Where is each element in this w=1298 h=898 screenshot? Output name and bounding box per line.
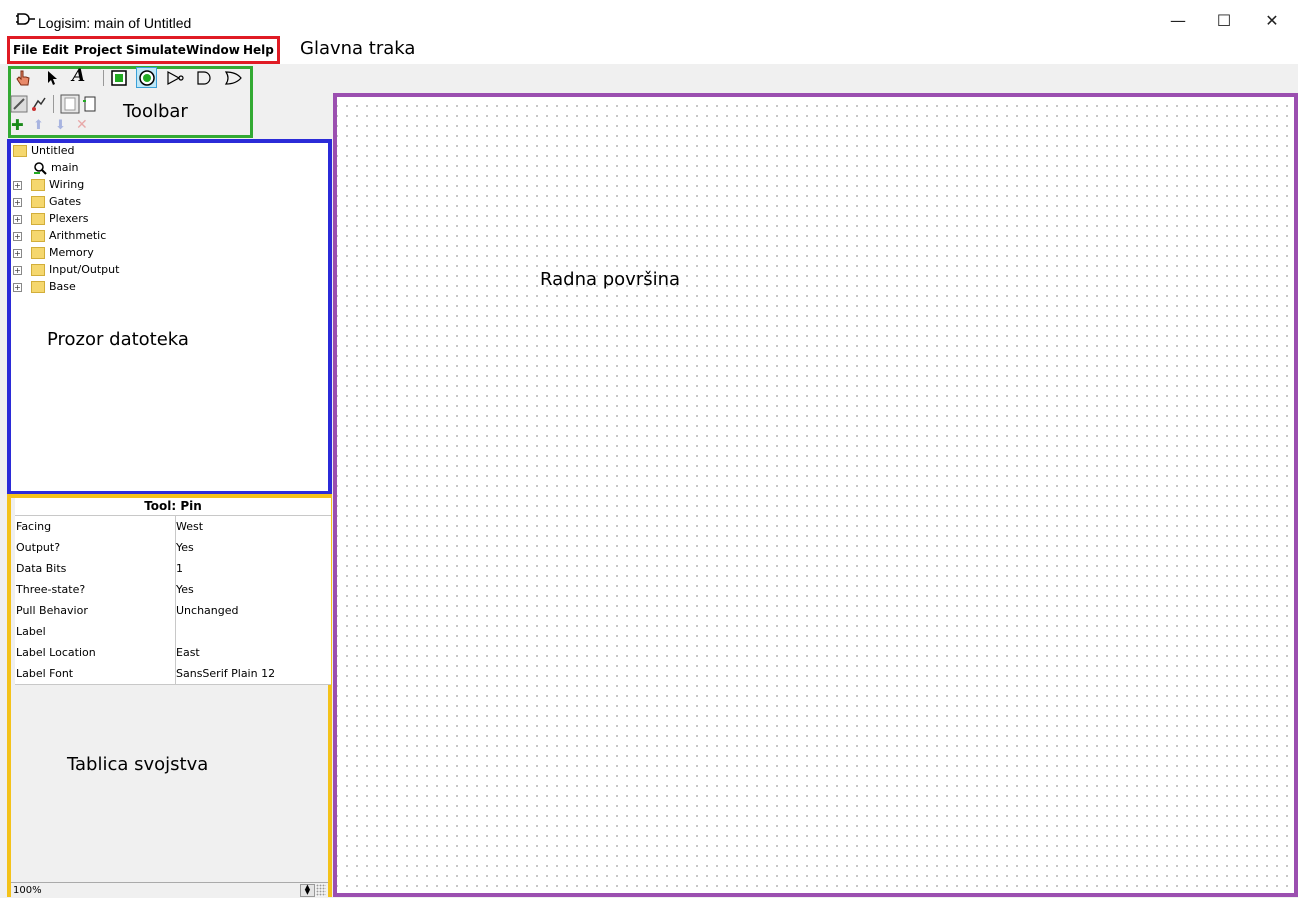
library-label: Input/Output xyxy=(49,263,120,276)
toolbar-divider xyxy=(103,70,104,86)
add-circuit-icon[interactable]: ✚ xyxy=(11,117,24,133)
folder-icon xyxy=(31,264,45,276)
move-up-icon[interactable]: ⬆ xyxy=(33,118,44,134)
attribute-key: Facing xyxy=(15,516,176,537)
tree-library[interactable]: Plexers xyxy=(31,211,88,227)
expand-toggle-icon[interactable]: + xyxy=(13,283,22,292)
explorer-panel: Untitled main Wiring Gates Plexers Arith… xyxy=(7,139,332,495)
attribute-table: Tool: Pin Facing West Output? Yes Data Bit… xyxy=(7,494,332,898)
select-tool-icon[interactable] xyxy=(44,69,60,87)
attribute-key: Label Location xyxy=(15,642,176,663)
attribute-row[interactable]: Facing West xyxy=(15,516,331,538)
attribute-value[interactable]: 1 xyxy=(176,558,183,579)
tree-library[interactable]: Arithmetic xyxy=(31,228,106,244)
expand-toggle-icon[interactable]: + xyxy=(13,181,22,190)
tree-project[interactable]: Untitled xyxy=(13,143,75,159)
attribute-key: Output? xyxy=(15,537,176,558)
attribute-value[interactable]: East xyxy=(176,642,200,663)
attribute-value[interactable]: West xyxy=(176,516,203,537)
and-gate-icon[interactable] xyxy=(196,70,214,86)
attribute-key: Label xyxy=(15,621,176,642)
zoom-spinner-icon[interactable]: ▲ ▼ xyxy=(300,884,315,897)
title-bar xyxy=(0,0,1298,36)
circuit-canvas[interactable] xyxy=(333,93,1298,897)
tree-library[interactable]: Gates xyxy=(31,194,81,210)
attribute-row[interactable]: Data Bits 1 xyxy=(15,558,331,580)
folder-icon xyxy=(31,179,45,191)
minimize-button[interactable]: — xyxy=(1155,6,1201,36)
attribute-annotation: Tablica svojstva xyxy=(67,754,209,775)
poke-tool-icon[interactable] xyxy=(14,69,32,87)
window-title: Logisim: main of Untitled xyxy=(38,15,192,31)
zoom-bar: 100% ▲ ▼ xyxy=(11,882,328,898)
folder-icon xyxy=(31,247,45,259)
resize-grip-icon[interactable] xyxy=(316,884,326,896)
expand-toggle-icon[interactable]: + xyxy=(13,215,22,224)
folder-icon xyxy=(31,230,45,242)
wiring-edit-icon[interactable] xyxy=(10,95,28,113)
attribute-key: Pull Behavior xyxy=(15,600,176,621)
library-label: Memory xyxy=(49,246,94,259)
folder-icon xyxy=(31,196,45,208)
zoom-level[interactable]: 100% xyxy=(11,885,42,896)
not-gate-icon[interactable] xyxy=(166,70,186,86)
attribute-value[interactable]: SansSerif Plain 12 xyxy=(176,663,275,684)
attribute-table-title: Tool: Pin xyxy=(15,498,331,516)
expand-toggle-icon[interactable]: + xyxy=(13,249,22,258)
maximize-button[interactable]: ☐ xyxy=(1201,6,1247,36)
probe-icon[interactable] xyxy=(30,95,48,113)
output-pin-icon[interactable] xyxy=(138,69,156,87)
expand-toggle-icon[interactable]: + xyxy=(13,266,22,275)
move-down-icon[interactable]: ⬇ xyxy=(55,118,66,134)
attribute-row[interactable]: Pull Behavior Unchanged xyxy=(15,600,331,622)
expand-toggle-icon[interactable]: + xyxy=(13,232,22,241)
attribute-key: Data Bits xyxy=(15,558,176,579)
tree-library[interactable]: Base xyxy=(31,279,76,295)
layout-icon[interactable] xyxy=(83,95,97,113)
library-label: Base xyxy=(49,280,76,293)
attribute-value[interactable]: Unchanged xyxy=(176,600,239,621)
expand-toggle-icon[interactable]: + xyxy=(13,198,22,207)
explorer-annotation: Prozor datoteka xyxy=(47,329,189,350)
folder-icon xyxy=(13,145,27,157)
tree-library[interactable]: Memory xyxy=(31,245,94,261)
attribute-row[interactable]: Output? Yes xyxy=(15,537,331,559)
remove-icon[interactable]: ✕ xyxy=(76,117,88,133)
tree-library[interactable]: Input/Output xyxy=(31,262,119,278)
library-label: Arithmetic xyxy=(49,229,107,242)
library-label: Wiring xyxy=(49,178,85,191)
attribute-row[interactable]: Three-state? Yes xyxy=(15,579,331,601)
attribute-value[interactable]: Yes xyxy=(176,537,194,558)
attribute-key: Three-state? xyxy=(15,579,176,600)
attribute-value[interactable]: Yes xyxy=(176,579,194,600)
toolbar-divider-2 xyxy=(53,95,54,113)
menu-annotation: Glavna traka xyxy=(300,38,416,59)
attribute-row[interactable]: Label xyxy=(15,621,331,643)
logisim-app-icon xyxy=(16,13,35,25)
close-button[interactable]: ✕ xyxy=(1249,6,1295,36)
canvas-annotation: Radna površina xyxy=(540,269,681,290)
library-label: Plexers xyxy=(49,212,89,225)
circuit-magnifier-icon xyxy=(34,162,47,175)
input-pin-icon[interactable] xyxy=(110,69,128,87)
attribute-row[interactable]: Label Font SansSerif Plain 12 xyxy=(15,663,331,685)
text-tool-icon[interactable]: A xyxy=(72,66,85,86)
tree-circuit-main[interactable]: main xyxy=(33,160,78,176)
appearance-icon[interactable] xyxy=(60,94,80,114)
attribute-key: Label Font xyxy=(15,663,176,684)
menu-highlight-box xyxy=(7,36,280,64)
toolbar-annotation: Toolbar xyxy=(123,101,188,122)
tree-project-label: Untitled xyxy=(31,144,75,157)
folder-icon xyxy=(31,281,45,293)
library-label: Gates xyxy=(49,195,82,208)
or-gate-icon[interactable] xyxy=(224,70,244,86)
folder-icon xyxy=(31,213,45,225)
tree-library[interactable]: Wiring xyxy=(31,177,84,193)
attribute-row[interactable]: Label Location East xyxy=(15,642,331,664)
tree-circuit-label: main xyxy=(51,161,79,174)
